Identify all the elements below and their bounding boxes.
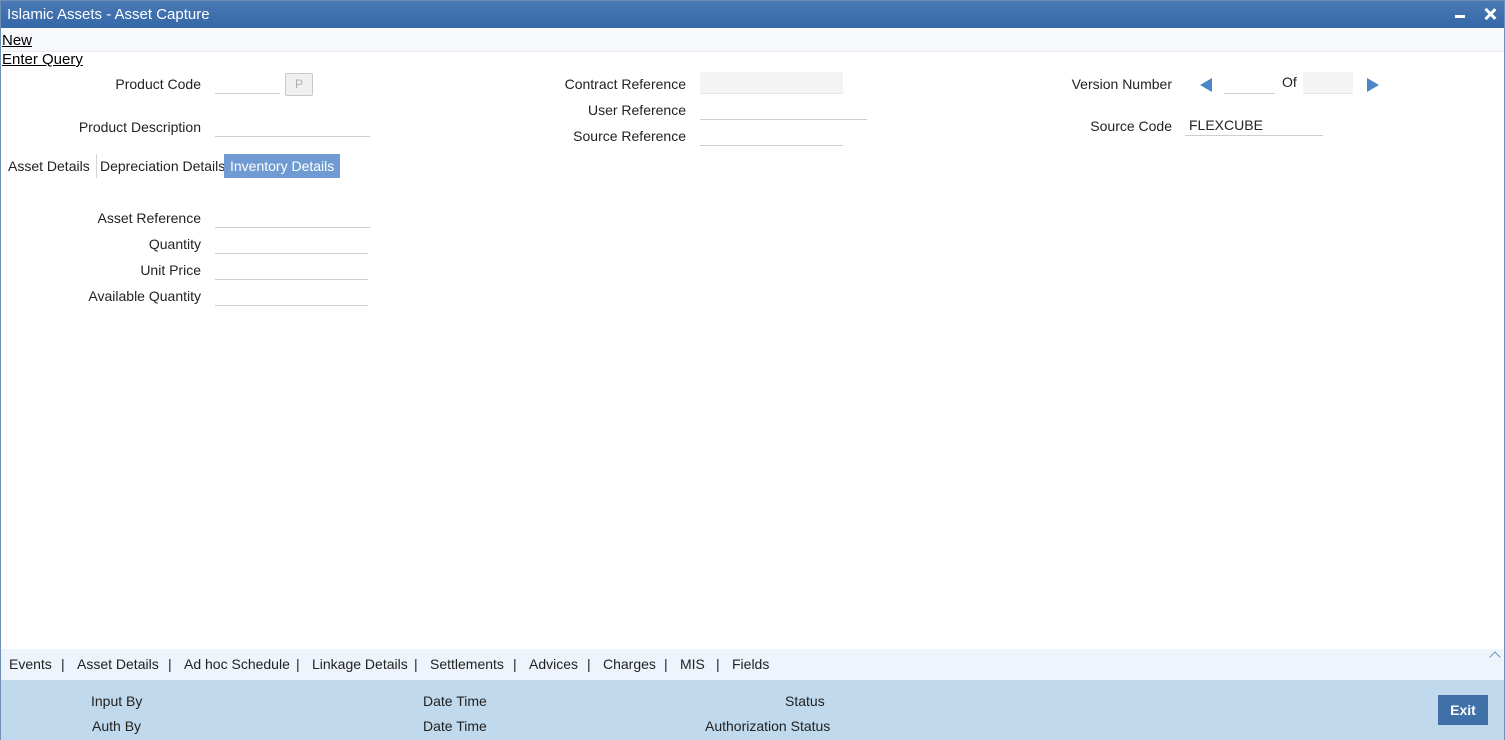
close-icon[interactable] bbox=[1481, 5, 1499, 23]
product-description-input[interactable] bbox=[215, 115, 370, 137]
version-current-input[interactable] bbox=[1224, 72, 1275, 94]
nav-charges[interactable]: Charges bbox=[603, 656, 656, 672]
contract-reference-input[interactable] bbox=[700, 72, 843, 94]
nav-separator: | bbox=[513, 656, 517, 672]
audit-footer: Input By Auth By Date Time Date Time Sta… bbox=[1, 680, 1504, 740]
nav-events[interactable]: Events bbox=[9, 656, 52, 672]
product-description-label: Product Description bbox=[78, 119, 201, 135]
source-code-input[interactable] bbox=[1185, 114, 1323, 136]
nav-advices[interactable]: Advices bbox=[529, 656, 578, 672]
subsystem-nav: Events | Asset Details | Ad hoc Schedule… bbox=[1, 649, 1504, 680]
auth-date-time-label: Date Time bbox=[423, 718, 487, 734]
asset-capture-window: Islamic Assets - Asset Capture New Enter… bbox=[0, 0, 1505, 740]
window-title: Islamic Assets - Asset Capture bbox=[7, 6, 210, 23]
minimize-icon[interactable] bbox=[1451, 5, 1469, 23]
source-reference-label: Source Reference bbox=[573, 128, 686, 144]
nav-separator: | bbox=[168, 656, 172, 672]
nav-settlements[interactable]: Settlements bbox=[430, 656, 504, 672]
source-reference-input[interactable] bbox=[700, 124, 843, 146]
status-label: Status bbox=[785, 693, 825, 709]
source-code-label: Source Code bbox=[1090, 118, 1172, 134]
tab-depreciation-details[interactable]: Depreciation Details bbox=[94, 154, 233, 178]
nav-mis[interactable]: MIS bbox=[680, 656, 705, 672]
nav-separator: | bbox=[716, 656, 720, 672]
unit-price-label: Unit Price bbox=[140, 262, 201, 278]
asset-reference-label: Asset Reference bbox=[97, 210, 202, 226]
enter-query-link[interactable]: Enter Query bbox=[2, 51, 83, 68]
version-number-label: Version Number bbox=[1071, 76, 1172, 92]
product-code-lov-button[interactable]: P bbox=[285, 73, 313, 96]
next-version-icon[interactable] bbox=[1367, 78, 1379, 92]
action-toolbar bbox=[1, 28, 1504, 52]
tab-asset-details[interactable]: Asset Details bbox=[2, 154, 97, 178]
nav-adhoc-schedule[interactable]: Ad hoc Schedule bbox=[184, 656, 290, 672]
input-by-label: Input By bbox=[91, 693, 143, 709]
unit-price-input[interactable] bbox=[215, 258, 368, 280]
available-quantity-label: Available Quantity bbox=[88, 288, 201, 304]
new-link[interactable]: New bbox=[2, 32, 32, 49]
authorization-status-label: Authorization Status bbox=[705, 718, 831, 734]
nav-linkage-details[interactable]: Linkage Details bbox=[312, 656, 408, 672]
nav-separator: | bbox=[296, 656, 300, 672]
tab-inventory-details[interactable]: Inventory Details bbox=[224, 154, 341, 178]
version-total-input[interactable] bbox=[1303, 72, 1353, 94]
user-reference-input[interactable] bbox=[700, 98, 867, 120]
quantity-input[interactable] bbox=[215, 232, 368, 254]
input-date-time-label: Date Time bbox=[423, 693, 487, 709]
quantity-label: Quantity bbox=[148, 236, 201, 252]
nav-separator: | bbox=[587, 656, 591, 672]
nav-separator: | bbox=[61, 656, 65, 672]
auth-by-label: Auth By bbox=[92, 718, 142, 734]
nav-fields[interactable]: Fields bbox=[732, 656, 769, 672]
previous-version-icon[interactable] bbox=[1200, 78, 1212, 92]
title-bar: Islamic Assets - Asset Capture bbox=[1, 1, 1504, 28]
nav-separator: | bbox=[664, 656, 668, 672]
nav-asset-details[interactable]: Asset Details bbox=[77, 656, 159, 672]
asset-reference-input[interactable] bbox=[215, 206, 370, 228]
nav-separator: | bbox=[414, 656, 418, 672]
product-code-input[interactable] bbox=[215, 72, 280, 94]
contract-reference-label: Contract Reference bbox=[564, 76, 686, 92]
available-quantity-input[interactable] bbox=[215, 284, 368, 306]
exit-button[interactable]: Exit bbox=[1438, 695, 1488, 725]
user-reference-label: User Reference bbox=[587, 102, 686, 118]
product-code-label: Product Code bbox=[115, 76, 201, 92]
version-of-label: Of bbox=[1282, 74, 1297, 90]
